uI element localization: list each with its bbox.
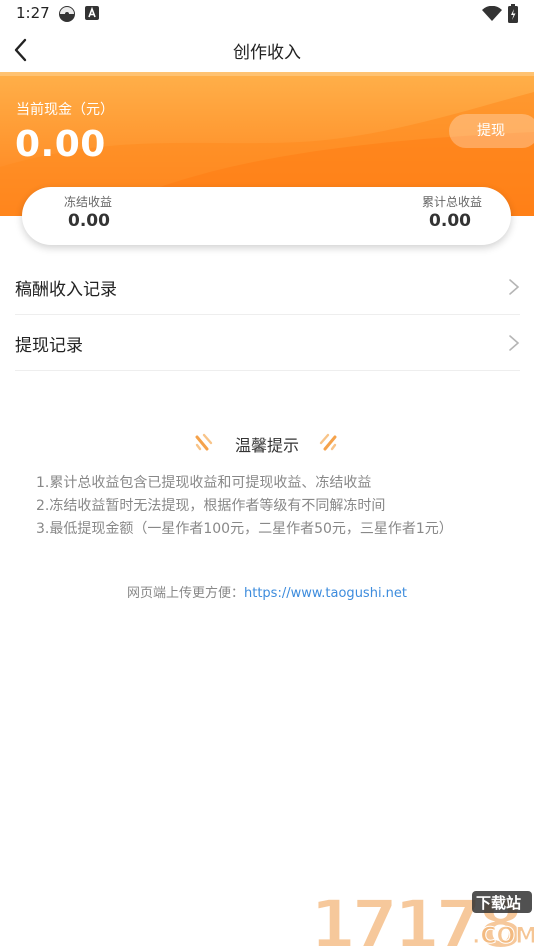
tip-line: 2.冻结收益暂时无法提现，根据作者等级有不同解冻时间: [36, 498, 386, 514]
frozen-earnings-value: 0.00: [68, 211, 110, 231]
wifi-icon: [482, 6, 502, 21]
svg-text:.COM: .COM: [472, 924, 534, 949]
list-item-label: 提现记录: [15, 336, 83, 356]
tips-title: 温馨提示: [234, 436, 299, 455]
website-link[interactable]: https://www.taogushi.net: [244, 586, 407, 601]
earnings-summary-card: 冻结收益 0.00 累计总收益 0.00: [22, 187, 511, 245]
withdraw-button[interactable]: 提现: [449, 114, 534, 148]
list-item-label: 稿酬收入记录: [15, 280, 117, 300]
page-title: 创作收入: [233, 43, 301, 63]
sparkle-right-icon: [319, 433, 337, 451]
chevron-right-icon: [509, 279, 520, 295]
svg-text:下载站: 下载站: [476, 894, 521, 912]
upload-hint: 网页端上传更方便：https://www.taogushi.net: [0, 582, 534, 601]
frozen-earnings-label: 冻结收益: [64, 195, 113, 209]
total-earnings-label: 累计总收益: [421, 195, 482, 209]
upload-hint-prefix: 网页端上传更方便：: [126, 586, 244, 601]
list-item-royalty-records[interactable]: 稿酬收入记录: [15, 259, 520, 315]
status-time: 1:27: [16, 4, 50, 22]
list-item-withdraw-records[interactable]: 提现记录: [15, 315, 520, 371]
site-watermark-logo: 17178 下载站 .COM: [309, 885, 534, 950]
current-cash-amount: 0.00: [15, 124, 106, 165]
font-a-icon: [85, 6, 99, 20]
current-cash-label: 当前现金（元）: [16, 102, 114, 118]
tip-line: 1.累计总收益包含已提现收益和可提现收益、冻结收益: [36, 475, 372, 491]
status-bar: 1:27: [0, 0, 534, 28]
tip-line: 3.最低提现金额（一星作者100元，二星作者50元，三星作者1元）: [36, 521, 453, 537]
battery-icon: [508, 4, 518, 23]
chevron-right-icon: [509, 335, 520, 351]
nav-bar: 创作收入: [0, 28, 534, 72]
pinwheel-icon: [59, 6, 75, 22]
total-earnings-value: 0.00: [429, 211, 471, 231]
